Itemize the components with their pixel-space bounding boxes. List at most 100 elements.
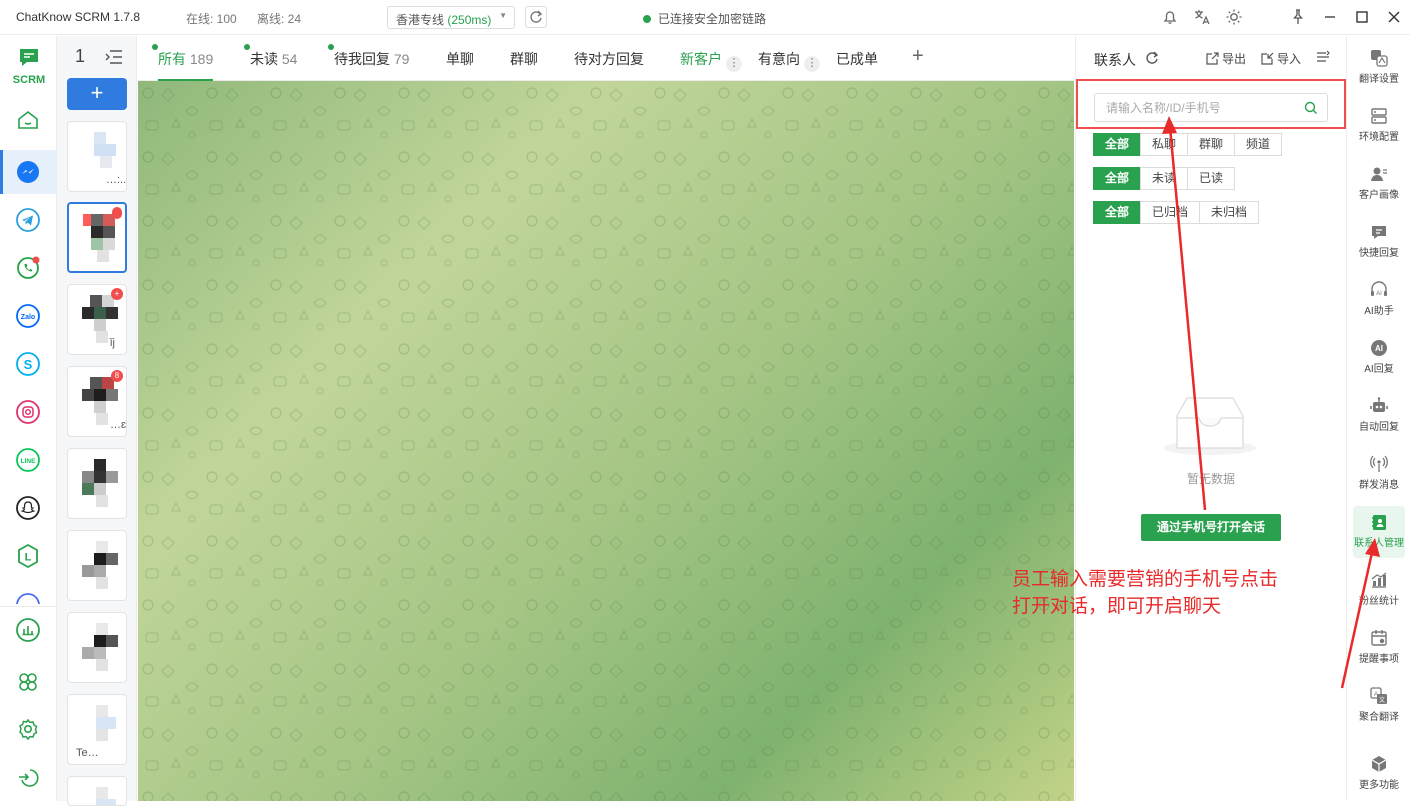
filter-chat-type: 全部 私聊 群聊 频道 <box>1093 133 1283 156</box>
menu-collapse-icon[interactable] <box>1316 50 1330 64</box>
filter-archive-unarchived[interactable]: 未归档 <box>1199 201 1260 224</box>
filter-read-unread[interactable]: 未读 <box>1140 167 1189 190</box>
filter-type-group[interactable]: 群聊 <box>1187 133 1236 156</box>
filter-archive-archived[interactable]: 已归档 <box>1140 201 1201 224</box>
filter-read-read[interactable]: 已读 <box>1187 167 1236 190</box>
tab-dot <box>328 44 334 50</box>
sidebar-item-messenger[interactable] <box>0 150 56 194</box>
tab-private-chat[interactable]: 单聊 <box>446 49 474 69</box>
svg-text:文: 文 <box>1379 696 1385 704</box>
session-card[interactable]: …:.. <box>67 121 127 192</box>
unread-badge <box>112 207 122 219</box>
tab-label: 单聊 <box>446 51 474 67</box>
session-card[interactable]: Te… <box>67 694 127 765</box>
filter-type-private[interactable]: 私聊 <box>1140 133 1189 156</box>
tool-environment-config[interactable]: 环境配置 <box>1353 100 1405 152</box>
blurred-avatar <box>82 459 118 507</box>
bell-icon[interactable] <box>1161 8 1179 26</box>
sidebar-item-settings[interactable] <box>0 707 56 751</box>
tool-more-features[interactable]: 更多功能 <box>1353 748 1405 800</box>
chat-background <box>138 81 1074 801</box>
tab-all[interactable]: 所有 189 <box>152 44 214 81</box>
session-card[interactable] <box>67 202 127 273</box>
svg-text:A: A <box>1374 692 1378 698</box>
maximize-icon[interactable] <box>1353 8 1371 26</box>
sidebar-item-snapchat[interactable] <box>0 486 56 530</box>
sidebar-item-skype[interactable]: S <box>0 342 56 386</box>
session-card[interactable] <box>67 448 127 519</box>
empty-inbox-icon <box>1164 397 1256 455</box>
tool-customer-profile[interactable]: 客户画像 <box>1353 158 1405 210</box>
sidebar-item-whatsapp[interactable] <box>0 246 56 290</box>
sidebar-item-more-platform[interactable] <box>0 582 56 604</box>
sidebar-item-line[interactable]: LINE <box>0 438 56 482</box>
sidebar-item-telegram[interactable] <box>0 198 56 242</box>
aggregate-translate-icon: A文 <box>1370 687 1387 704</box>
tab-awaiting-my-reply[interactable]: 待我回复 79 <box>328 44 409 69</box>
sidebar-item-instagram[interactable] <box>0 390 56 434</box>
translate-icon[interactable] <box>1193 8 1211 26</box>
tab-dot <box>152 44 158 50</box>
sidebar-item-logout[interactable] <box>0 755 56 799</box>
tool-contact-management[interactable]: 联系人管理 <box>1353 506 1405 558</box>
tab-interested[interactable]: 有意向 ⋮ <box>758 49 820 72</box>
refresh-button[interactable] <box>525 6 547 28</box>
open-chat-by-phone-button[interactable]: 通过手机号打开会话 <box>1141 514 1281 541</box>
tab-label: 待我回复 <box>334 51 390 67</box>
blurred-avatar <box>82 377 118 425</box>
tool-quick-reply[interactable]: 快捷回复 <box>1353 216 1405 268</box>
status-dot <box>643 15 651 23</box>
session-card[interactable]: 8 …ɛ <box>67 366 127 437</box>
refresh-icon[interactable] <box>1144 50 1160 66</box>
tab-awaiting-their-reply[interactable]: 待对方回复 <box>574 49 644 69</box>
tab-unread[interactable]: 未读 54 <box>244 44 298 69</box>
close-icon[interactable] <box>1385 8 1403 26</box>
snapchat-icon <box>16 496 40 520</box>
sidebar-item-zalo[interactable]: Zalo <box>0 294 56 338</box>
tool-broadcast[interactable]: 群发消息 <box>1353 448 1405 500</box>
tool-aggregate-translate[interactable]: A文 聚合翻译 <box>1353 680 1405 732</box>
session-card-label: ǐj <box>110 337 115 349</box>
filter-archive-state: 全部 已归档 未归档 <box>1093 201 1260 224</box>
tab-count: 189 <box>189 51 214 67</box>
server-icon <box>1371 108 1387 124</box>
filter-archive-all[interactable]: 全部 <box>1093 201 1142 224</box>
more-vertical-icon[interactable]: ⋮ <box>804 56 820 72</box>
fans-stats-icon <box>1371 572 1387 588</box>
blurred-avatar <box>83 214 117 262</box>
add-session-button[interactable]: + <box>67 78 127 110</box>
tool-reminders[interactable]: 提醒事项 <box>1353 622 1405 674</box>
tab-new-customer[interactable]: 新客户 ⋮ <box>680 49 742 72</box>
sun-icon[interactable] <box>1225 8 1243 26</box>
session-card[interactable] <box>67 612 127 683</box>
session-card[interactable] <box>67 530 127 601</box>
sidebar-item-apps[interactable] <box>0 660 56 704</box>
tool-sidebar: 翻译设置 环境配置 客户画像 快捷回复 AI AI助手 AI AI回复 自动回复… <box>1346 36 1410 801</box>
add-tab-button[interactable]: + <box>912 45 924 68</box>
pin-icon[interactable] <box>1289 8 1307 26</box>
tab-closed-deal[interactable]: 已成单 <box>836 49 878 69</box>
export-button[interactable]: 导出 <box>1206 50 1246 67</box>
filter-type-all[interactable]: 全部 <box>1093 133 1142 156</box>
filter-read-all[interactable]: 全部 <box>1093 167 1142 190</box>
session-count: 1 <box>75 46 86 66</box>
more-vertical-icon[interactable]: ⋮ <box>726 56 742 72</box>
session-card[interactable]: + ǐj <box>67 284 127 355</box>
tool-fans-stats[interactable]: 粉丝统计 <box>1353 564 1405 616</box>
sidebar-item-letter-l[interactable]: L <box>0 534 56 578</box>
collapse-menu-icon[interactable] <box>105 50 123 64</box>
sidebar-item-stats[interactable] <box>0 608 56 652</box>
session-card[interactable] <box>67 776 127 806</box>
minimize-icon[interactable] <box>1321 8 1339 26</box>
filter-type-channel[interactable]: 频道 <box>1234 133 1283 156</box>
sidebar-item-home[interactable] <box>0 98 56 142</box>
tool-translate-settings[interactable]: 翻译设置 <box>1353 42 1405 94</box>
import-button[interactable]: 导入 <box>1261 50 1301 67</box>
tool-ai-assistant[interactable]: AI AI助手 <box>1353 274 1405 326</box>
tab-count: 54 <box>281 51 298 67</box>
tool-auto-reply[interactable]: 自动回复 <box>1353 390 1405 442</box>
line-select[interactable]: 香港专线 (250ms) ▼ <box>387 6 515 29</box>
tool-ai-reply[interactable]: AI AI回复 <box>1353 332 1405 384</box>
tool-label: 更多功能 <box>1359 780 1399 791</box>
tab-group-chat[interactable]: 群聊 <box>510 49 538 69</box>
